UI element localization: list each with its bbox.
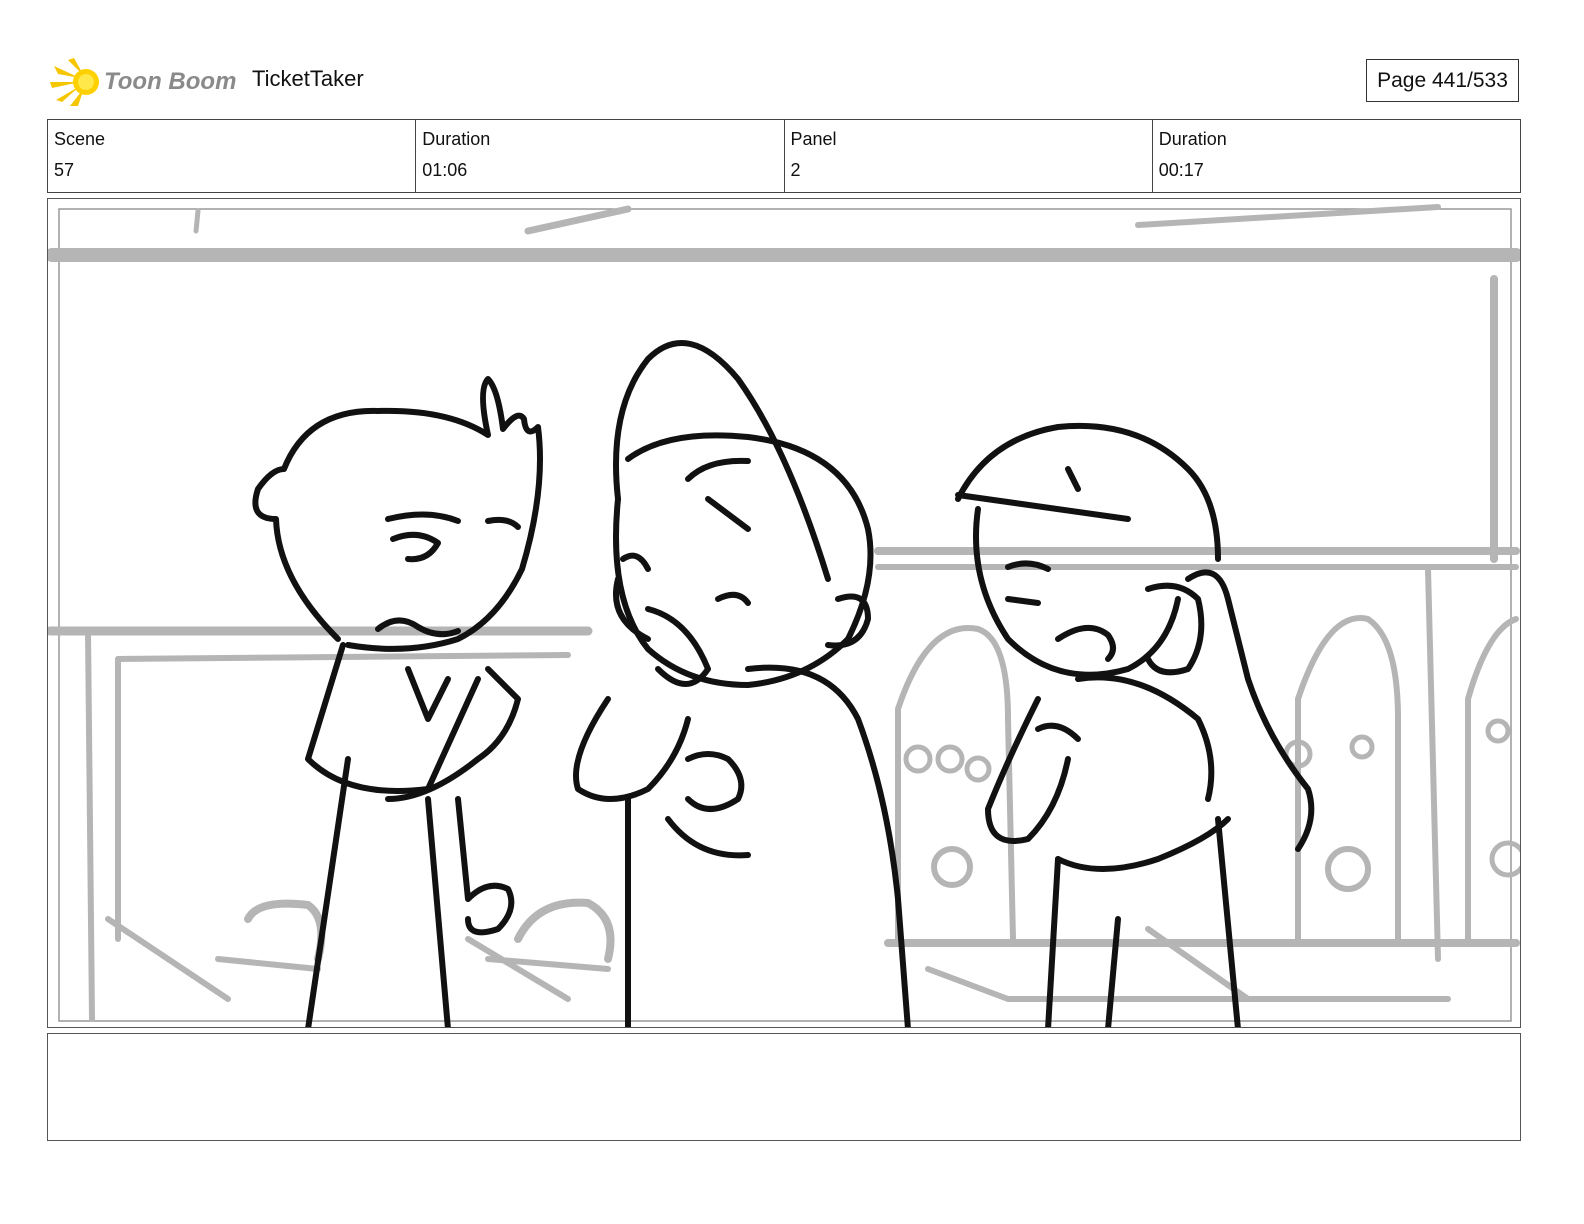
sun-burst-icon [50,58,99,106]
scene-label: Scene [54,129,106,149]
panel-duration-label: Duration [1158,129,1227,149]
panel-label: Panel [790,129,837,149]
panel-notes-box [47,1033,1521,1141]
panel-duration-cell: Duration 00:17 [1153,120,1520,192]
scene-duration-cell: Duration 01:06 [416,120,785,192]
scene-value: 57 [54,160,75,180]
project-title: TicketTaker [252,66,364,91]
logo-text: Toon Boom [104,68,236,95]
boy-character [252,376,543,1027]
toon-boom-logo: Toon Boom [50,56,240,108]
storyboard-panel [47,198,1521,1028]
scene-duration-value: 01:06 [422,160,468,180]
scene-duration-label: Duration [422,129,491,149]
panel-value: 2 [790,160,801,180]
storyboard-sketch [48,204,1520,1027]
middle-girl-character [573,340,911,1027]
characters-sketch [252,340,1315,1027]
panel-cell: Panel 2 [785,120,1153,192]
info-table: Scene 57 Duration 01:06 Panel 2 Duration… [47,119,1521,193]
panel-duration-value: 00:17 [1158,160,1204,180]
background-sketch [48,204,1520,1022]
page-indicator: Page 441/533 [1366,59,1519,102]
scene-cell: Scene 57 [48,120,417,192]
